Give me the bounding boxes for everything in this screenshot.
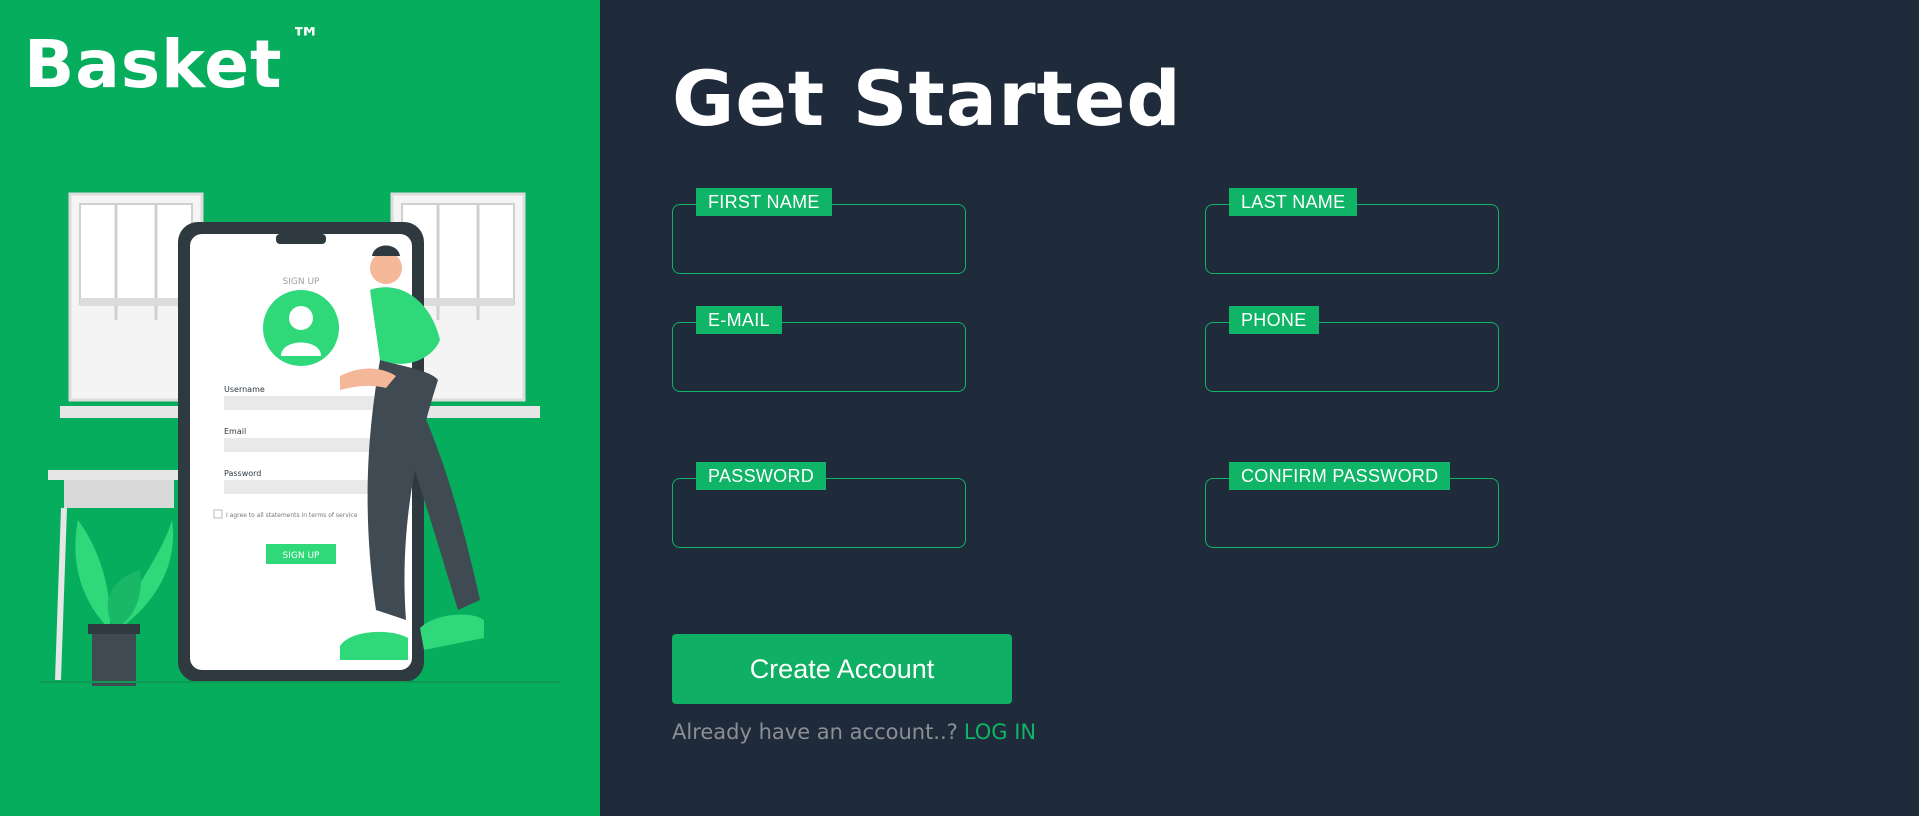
email-input[interactable] bbox=[684, 338, 956, 380]
login-link[interactable]: LOG IN bbox=[964, 720, 1036, 744]
password-label: PASSWORD bbox=[696, 462, 827, 490]
email-label: E-MAIL bbox=[696, 306, 782, 334]
brand-panel: Basket ™ SIGN UP Username Email Password… bbox=[0, 0, 600, 816]
phone-label: PHONE bbox=[1229, 306, 1319, 334]
first-name-field: FIRST NAME bbox=[672, 188, 966, 274]
page-title: Get Started bbox=[672, 54, 1182, 143]
phone-email-label: Email bbox=[224, 427, 246, 436]
last-name-input[interactable] bbox=[1217, 220, 1489, 262]
confirm-password-label: CONFIRM PASSWORD bbox=[1229, 462, 1451, 490]
signup-page: Basket ™ SIGN UP Username Email Password… bbox=[0, 0, 1919, 816]
first-name-input[interactable] bbox=[684, 220, 956, 262]
phone-input[interactable] bbox=[1217, 338, 1489, 380]
phone-field: PHONE bbox=[1205, 306, 1499, 392]
login-prompt: Already have an account..? LOG IN bbox=[672, 720, 1036, 744]
phone-password-label: Password bbox=[224, 469, 261, 478]
phone-signup-button-label: SIGN UP bbox=[283, 551, 321, 561]
first-name-label: FIRST NAME bbox=[696, 188, 832, 216]
phone-screen-title: SIGN UP bbox=[283, 277, 321, 287]
last-name-field: LAST NAME bbox=[1205, 188, 1499, 274]
trademark-symbol: ™ bbox=[290, 22, 322, 57]
confirm-password-field: CONFIRM PASSWORD bbox=[1205, 462, 1499, 548]
plant bbox=[75, 520, 174, 686]
desk bbox=[48, 470, 188, 480]
confirm-password-input[interactable] bbox=[1217, 494, 1489, 536]
last-name-label: LAST NAME bbox=[1229, 188, 1358, 216]
create-account-button[interactable]: Create Account bbox=[672, 634, 1012, 704]
phone-agree-text: I agree to all statements in terms of se… bbox=[226, 512, 358, 519]
signup-illustration: SIGN UP Username Email Password I agree … bbox=[40, 192, 560, 686]
email-field: E-MAIL bbox=[672, 306, 966, 392]
brand-logo: Basket ™ bbox=[24, 22, 322, 103]
password-input[interactable] bbox=[684, 494, 956, 536]
login-prompt-text: Already have an account..? bbox=[672, 720, 958, 744]
brand-name: Basket bbox=[24, 26, 283, 103]
phone-username-label: Username bbox=[224, 385, 265, 394]
password-field: PASSWORD bbox=[672, 462, 966, 548]
